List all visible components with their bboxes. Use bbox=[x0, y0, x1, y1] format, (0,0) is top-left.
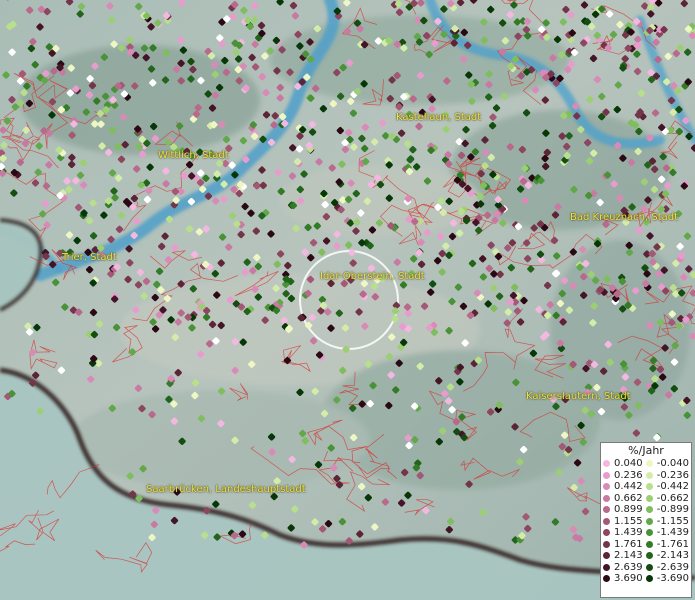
legend-swatch bbox=[603, 529, 610, 537]
legend-value: -3.690 bbox=[656, 573, 689, 585]
legend-swatch bbox=[603, 460, 610, 468]
legend-entry: -0.236 bbox=[645, 469, 689, 482]
legend-value: 0.662 bbox=[614, 492, 643, 504]
legend-swatch bbox=[645, 471, 653, 479]
legend-swatch bbox=[603, 575, 610, 583]
legend-value: 0.899 bbox=[614, 504, 643, 516]
legend-entry: -0.662 bbox=[645, 492, 689, 505]
legend-entry: -3.690 bbox=[645, 573, 689, 585]
legend-value: -2.143 bbox=[656, 550, 689, 562]
legend-entry: 0.899 bbox=[603, 504, 646, 516]
legend-entry: -1.155 bbox=[645, 515, 689, 528]
city-label-kastellaun: Kastellaun, Stadt bbox=[396, 112, 482, 123]
legend-value: -0.040 bbox=[656, 458, 689, 470]
legend-value: 2.143 bbox=[614, 550, 643, 562]
city-label-kaiserslautern: Kaiserslautern, Stadt bbox=[526, 391, 631, 402]
legend-entry: 1.155 bbox=[603, 516, 646, 528]
legend-swatch bbox=[645, 483, 653, 491]
legend-value: 0.442 bbox=[614, 481, 643, 493]
legend-value: -2.639 bbox=[656, 561, 689, 573]
legend-value: 3.690 bbox=[614, 573, 643, 585]
legend-entry: 0.662 bbox=[603, 493, 646, 505]
legend-title: %/Jahr bbox=[628, 444, 664, 457]
legend-entry: 1.439 bbox=[603, 527, 646, 539]
legend-entry: -0.040 bbox=[645, 458, 689, 470]
legend-value: -1.761 bbox=[656, 538, 689, 550]
legend-swatch bbox=[645, 460, 653, 468]
legend-value: 1.761 bbox=[614, 538, 643, 550]
legend-swatch bbox=[645, 494, 653, 502]
legend-swatch bbox=[645, 563, 653, 571]
legend-swatch bbox=[603, 563, 610, 571]
legend-value: 1.439 bbox=[614, 527, 643, 539]
city-label-saarbruecken: Saarbrücken, Landeshauptstadt bbox=[146, 484, 306, 495]
legend-swatch bbox=[603, 494, 610, 502]
legend-entry: -2.639 bbox=[645, 561, 689, 574]
legend-value: -1.155 bbox=[656, 515, 689, 527]
legend-value: 1.155 bbox=[614, 515, 643, 527]
legend-swatch bbox=[603, 506, 610, 514]
legend-entry: 2.143 bbox=[603, 550, 646, 562]
city-label-trier: Trier, Stadt bbox=[62, 252, 117, 263]
terrain-basemap bbox=[0, 0, 695, 600]
legend-value: 2.639 bbox=[614, 561, 643, 573]
legend-swatch bbox=[603, 552, 610, 560]
legend-entry: -2.143 bbox=[645, 550, 689, 562]
legend-value: -1.439 bbox=[656, 527, 689, 539]
legend-swatch bbox=[645, 529, 653, 537]
legend-entry: 1.761 bbox=[603, 539, 646, 551]
legend-swatch bbox=[603, 540, 610, 548]
legend-entry: -0.899 bbox=[645, 504, 689, 516]
legend-swatch bbox=[645, 540, 653, 548]
legend-value: 0.236 bbox=[614, 469, 643, 481]
legend-value: -0.662 bbox=[656, 492, 689, 504]
legend-negative-column: -0.040 -0.236 -0.442 -0.662 -0.899 -1.155 -1.4… bbox=[645, 458, 689, 585]
legend-value: -0.442 bbox=[656, 481, 689, 493]
legend-positive-column: 0.040 0.236 0.442 0.662 0.899 1.155 1.439 1.761… bbox=[603, 458, 646, 585]
legend-value: -0.899 bbox=[656, 504, 689, 516]
legend-swatch bbox=[603, 483, 610, 491]
legend-entry: 0.236 bbox=[603, 470, 646, 482]
legend-swatch bbox=[645, 552, 653, 560]
legend-entry: 2.639 bbox=[603, 562, 646, 574]
city-label-wittlich: Wittlich, Stadt bbox=[158, 150, 229, 161]
city-label-idar-oberstein: Idar-Oberstein, Stadt bbox=[320, 271, 425, 282]
legend-swatch bbox=[603, 517, 610, 525]
legend-swatch bbox=[645, 517, 653, 525]
legend-swatch bbox=[645, 575, 653, 583]
city-label-bad-kreuznach: Bad Kreuznach, Stadt bbox=[570, 212, 679, 223]
map-view[interactable]: Kastellaun, Stadt Wittlich, Stadt Bad Kr… bbox=[0, 0, 695, 600]
legend-entry: 3.690 bbox=[603, 573, 646, 585]
legend-entry: 0.040 bbox=[603, 458, 646, 470]
legend-entry: -0.442 bbox=[645, 481, 689, 493]
legend-value: -0.236 bbox=[656, 469, 689, 481]
legend-swatch bbox=[603, 471, 610, 479]
legend-entry: -1.439 bbox=[645, 527, 689, 539]
map-legend: %/Jahr 0.040 0.236 0.442 0.662 0.899 1.155 1.4… bbox=[600, 442, 692, 598]
legend-swatch bbox=[645, 506, 653, 514]
legend-entry: -1.761 bbox=[645, 538, 689, 551]
legend-entry: 0.442 bbox=[603, 481, 646, 493]
legend-value: 0.040 bbox=[614, 458, 643, 470]
